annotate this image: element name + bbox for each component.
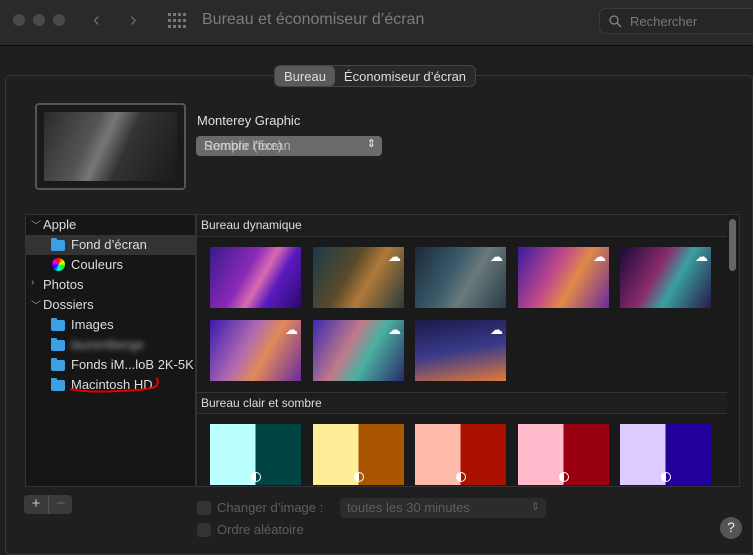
add-folder-button[interactable]: +	[24, 495, 48, 514]
wallpaper-thumb[interactable]: ☁	[415, 247, 506, 308]
help-button[interactable]: ?	[720, 517, 742, 539]
wallpaper-thumb[interactable]	[313, 424, 404, 485]
chevron-right-icon: ›	[31, 277, 35, 288]
light-dark-icon	[661, 472, 671, 482]
label: Images	[71, 317, 114, 332]
sidebar-item-fond-ecran[interactable]: Fond d’écran	[26, 235, 196, 255]
scrollbar[interactable]	[729, 219, 736, 271]
wallpaper-thumb[interactable]: ☁	[210, 320, 301, 381]
section-header: Bureau clair et sombre	[197, 392, 727, 414]
interval-popup[interactable]: toutes les 30 minutes ⇕	[340, 498, 546, 518]
section-header: Bureau dynamique	[197, 215, 727, 237]
folder-icon	[51, 378, 65, 391]
light-dark-icon	[456, 472, 466, 482]
light-dark-icon	[354, 472, 364, 482]
sidebar-group-apple[interactable]: ﹀ Apple	[26, 215, 196, 235]
wallpaper-thumb[interactable]	[415, 424, 506, 485]
change-image-label: Changer d’image :	[217, 500, 324, 515]
zoom-button[interactable]	[53, 14, 65, 26]
tab-bar: Bureau Économiseur d’écran	[274, 65, 477, 87]
wallpaper-thumb[interactable]	[518, 424, 609, 485]
tab-bureau[interactable]: Bureau	[275, 66, 335, 86]
show-all-icon[interactable]	[168, 13, 186, 29]
window-title: Bureau et économiseur d’écran	[202, 11, 425, 28]
sidebar-item-user-folder[interactable]: laurentberge	[26, 335, 196, 355]
label: Dossiers	[43, 297, 94, 312]
wallpaper-thumb[interactable]	[210, 247, 301, 308]
label: Apple	[43, 217, 77, 232]
forward-icon[interactable]: ›	[130, 9, 137, 32]
wallpaper-name: Monterey Graphic	[197, 113, 301, 128]
source-list: ﹀ Apple Fond d’écran Couleurs › Photos ﹀ Do…	[25, 214, 196, 487]
back-icon[interactable]: ‹	[93, 9, 100, 32]
chevron-updown-icon: ⇕	[530, 501, 540, 513]
close-button[interactable]	[13, 14, 25, 26]
search-placeholder: Rechercher	[630, 14, 698, 29]
fill-mode-popup[interactable]: Remplir l’écran Sombre (fixe) ⇕	[196, 136, 382, 156]
chevron-updown-icon: ⇕	[366, 138, 376, 150]
label: Couleurs	[71, 257, 124, 272]
add-remove-buttons: + −	[24, 495, 72, 514]
cloud-download-icon: ☁	[388, 249, 401, 264]
folder-icon	[51, 338, 65, 351]
cloud-download-icon: ☁	[593, 249, 606, 264]
wallpaper-thumb[interactable]: ☁	[313, 247, 404, 308]
cloud-download-icon: ☁	[490, 249, 503, 264]
wallpaper-thumb[interactable]: ☁	[620, 247, 711, 308]
wallpaper-thumb[interactable]: ☁	[518, 247, 609, 308]
label: laurentberge	[71, 337, 144, 352]
label: Fond d’écran	[71, 237, 147, 252]
color-wheel-icon	[52, 258, 65, 271]
wallpaper-thumb[interactable]	[620, 424, 711, 485]
sidebar-item-fonds[interactable]: Fonds iM...loB 2K-5K	[26, 355, 196, 375]
remove-folder-button[interactable]: −	[48, 495, 72, 514]
label: Photos	[43, 277, 84, 292]
chevron-down-icon: ﹀	[31, 301, 41, 312]
tab-economiseur[interactable]: Économiseur d’écran	[335, 66, 475, 86]
change-image-checkbox[interactable]	[197, 501, 211, 515]
search-icon	[609, 15, 622, 28]
wallpaper-thumb[interactable]	[210, 424, 301, 485]
light-dark-icon	[559, 472, 569, 482]
popup-overlay-value: Sombre (fixe)	[204, 138, 283, 153]
minimize-button[interactable]	[33, 14, 45, 26]
folder-icon	[51, 238, 65, 251]
wallpaper-grid: Bureau dynamique ☁ ☁ ☁ ☁ ☁ ☁ ☁ Bureau cl…	[196, 214, 740, 487]
light-dark-icon	[251, 472, 261, 482]
red-underline-annotation	[69, 377, 159, 393]
search-input[interactable]: Rechercher	[599, 8, 753, 34]
cloud-download-icon: ☁	[388, 322, 401, 337]
wallpaper-preview	[35, 103, 186, 190]
cloud-download-icon: ☁	[695, 249, 708, 264]
sidebar-group-dossiers[interactable]: ﹀ Dossiers	[26, 295, 196, 315]
cloud-download-icon: ☁	[285, 322, 298, 337]
label: Fonds iM...loB 2K-5K	[71, 357, 194, 372]
title-bar: ‹ › Bureau et économiseur d’écran Recher…	[0, 0, 753, 46]
wallpaper-thumb[interactable]: ☁	[415, 320, 506, 381]
sidebar-group-photos[interactable]: › Photos	[26, 275, 196, 295]
cloud-download-icon: ☁	[490, 322, 503, 337]
wallpaper-thumb[interactable]: ☁	[313, 320, 404, 381]
folder-icon	[51, 358, 65, 371]
folder-icon	[51, 318, 65, 331]
random-order-label: Ordre aléatoire	[217, 522, 304, 537]
random-order-checkbox[interactable]	[197, 523, 211, 537]
sidebar-item-images[interactable]: Images	[26, 315, 196, 335]
sidebar-item-couleurs[interactable]: Couleurs	[26, 255, 196, 275]
interval-value: toutes les 30 minutes	[347, 500, 470, 515]
chevron-down-icon: ﹀	[31, 221, 41, 232]
